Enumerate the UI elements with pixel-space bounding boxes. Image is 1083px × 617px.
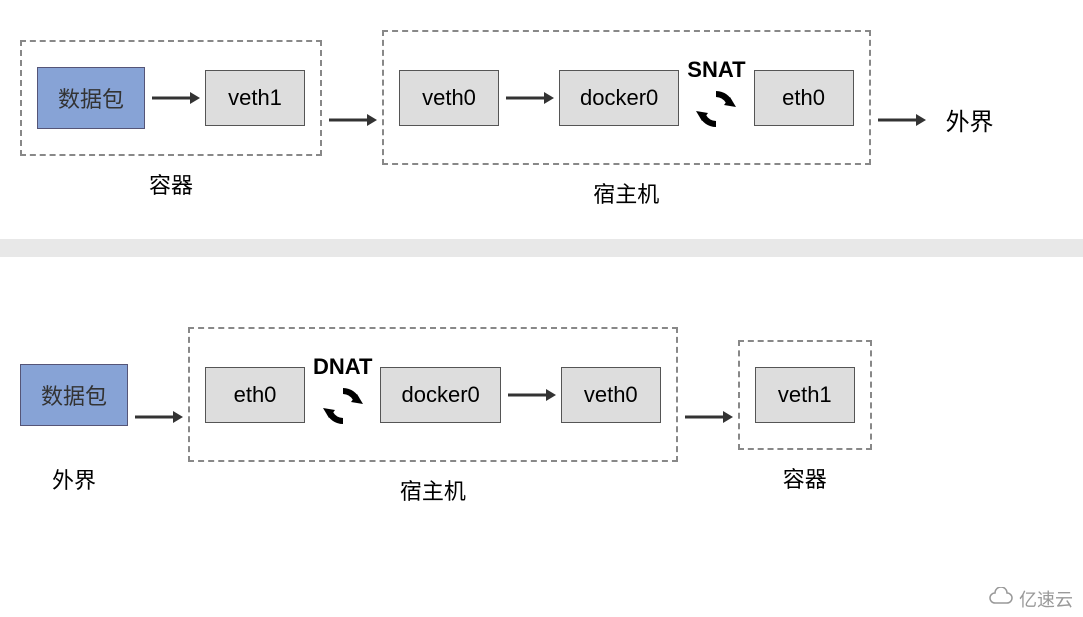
arrow-icon: [499, 88, 559, 108]
snat-node: SNAT: [687, 57, 745, 138]
host-label: 宿主机: [382, 177, 871, 209]
outbound-diagram: 数据包 veth1 容器 veth0 docker0 SNAT: [0, 0, 1083, 229]
host-group: eth0 DNAT docker0 veth0: [188, 327, 678, 462]
docker0-box: docker0: [380, 367, 500, 423]
eth0-box: eth0: [754, 70, 854, 126]
external-label: 外界: [931, 102, 1009, 137]
veth0-box: veth0: [399, 70, 499, 126]
inbound-diagram: 数据包 外界 eth0 DNAT docker0 veth0: [0, 267, 1083, 526]
docker0-box: docker0: [559, 70, 679, 126]
cycle-icon: [319, 382, 367, 435]
arrow-icon: [871, 110, 931, 130]
watermark: 亿速云: [987, 586, 1073, 612]
arrow-icon: [501, 385, 561, 405]
arrow-icon: [678, 407, 738, 427]
host-label: 宿主机: [188, 474, 678, 506]
veth1-box: veth1: [205, 70, 305, 126]
snat-label: SNAT: [687, 57, 745, 83]
container-label: 容器: [738, 462, 872, 494]
external-label: 外界: [20, 463, 128, 495]
divider: [0, 239, 1083, 257]
arrow-icon: [128, 407, 188, 427]
host-group: veth0 docker0 SNAT eth0: [382, 30, 871, 165]
veth1-box: veth1: [755, 367, 855, 423]
cycle-icon: [692, 85, 740, 138]
inbound-row: 数据包 外界 eth0 DNAT docker0 veth0: [20, 327, 1063, 506]
container-label: 容器: [20, 168, 322, 200]
arrow-icon: [322, 110, 382, 130]
cloud-icon: [987, 587, 1015, 612]
dnat-node: DNAT: [313, 354, 372, 435]
dnat-label: DNAT: [313, 354, 372, 380]
eth0-box: eth0: [205, 367, 305, 423]
packet-box: 数据包: [37, 67, 145, 129]
container-group: veth1: [738, 340, 872, 450]
arrow-icon: [145, 88, 205, 108]
veth0-box: veth0: [561, 367, 661, 423]
packet-box: 数据包: [20, 364, 128, 426]
container-group: 数据包 veth1: [20, 40, 322, 156]
outbound-row: 数据包 veth1 容器 veth0 docker0 SNAT: [20, 30, 1063, 209]
watermark-text: 亿速云: [1019, 586, 1073, 612]
